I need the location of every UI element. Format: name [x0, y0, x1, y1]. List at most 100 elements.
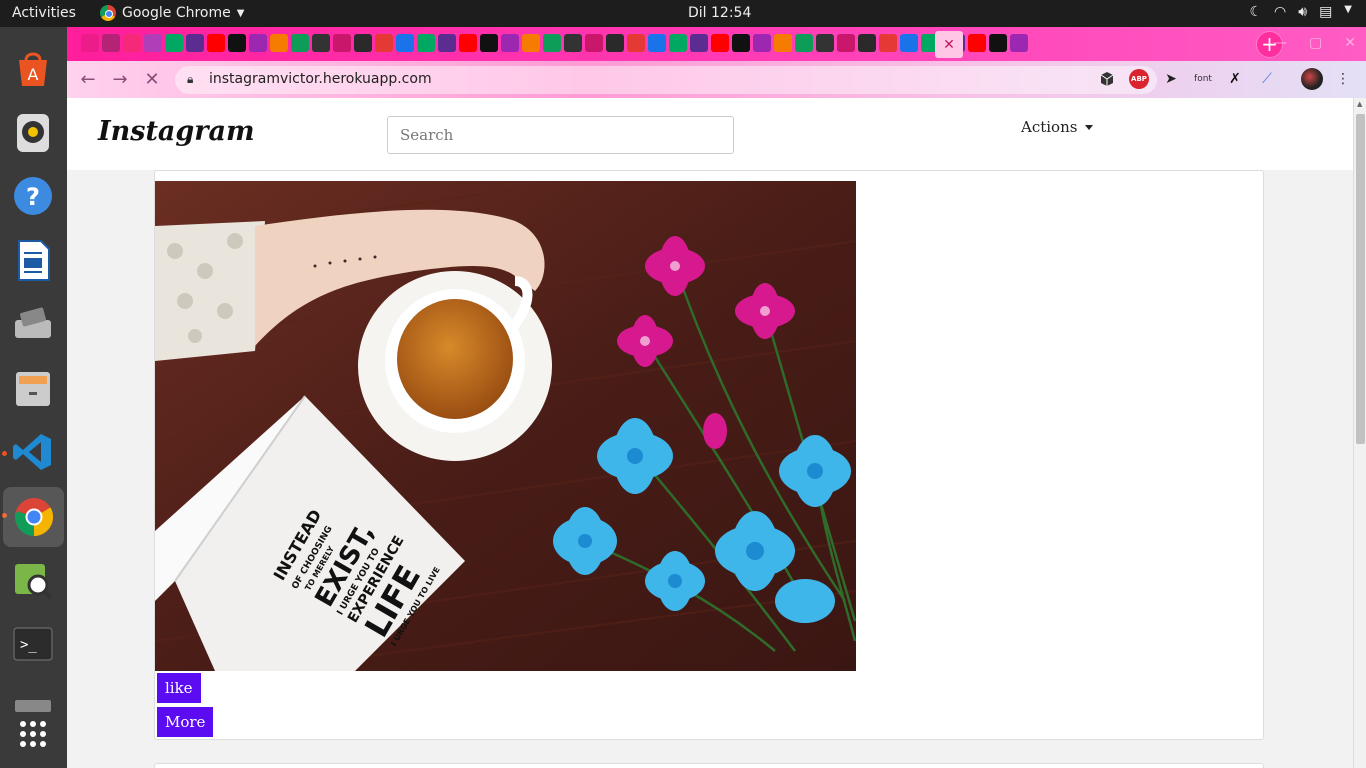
rhythmbox-icon[interactable]	[10, 109, 56, 155]
volume-icon: 🔊︎	[1298, 4, 1308, 20]
browser-tab[interactable]	[186, 34, 204, 52]
ninja-extension-icon[interactable]: ✗	[1225, 69, 1245, 89]
lock-icon[interactable]: 🔒︎	[187, 72, 193, 87]
browser-tab[interactable]	[858, 34, 876, 52]
browser-tab[interactable]	[249, 34, 267, 52]
back-icon[interactable]: ←	[77, 69, 99, 91]
browser-tab[interactable]	[837, 34, 855, 52]
maximize-icon[interactable]: ▢	[1309, 35, 1322, 51]
brand-logo[interactable]: Instagram	[98, 116, 255, 147]
browser-tab[interactable]	[207, 34, 225, 52]
cursor-extension-icon[interactable]: ➤	[1161, 69, 1181, 89]
browser-tab[interactable]	[438, 34, 456, 52]
scanner-icon[interactable]	[10, 301, 56, 347]
browser-toolbar: ← → ✕ 🔒︎ instagramvictor.herokuapp.com ☆…	[67, 61, 1366, 98]
svg-text:>_: >_	[20, 637, 37, 653]
scroll-thumb[interactable]	[1356, 114, 1365, 444]
browser-tab[interactable]	[480, 34, 498, 52]
close-icon[interactable]: ✕	[1344, 35, 1356, 51]
browser-tab[interactable]	[900, 34, 918, 52]
browser-tab[interactable]	[312, 34, 330, 52]
browser-tab[interactable]	[459, 34, 477, 52]
browser-tab[interactable]	[774, 34, 792, 52]
caret-down-icon	[1085, 124, 1094, 130]
stop-loading-icon[interactable]: ✕	[141, 69, 163, 91]
browser-tab[interactable]	[417, 34, 435, 52]
tab-strip: ✕ + — ▢ ✕	[67, 27, 1366, 61]
browser-tab[interactable]	[228, 34, 246, 52]
browser-tab[interactable]	[396, 34, 414, 52]
browser-tab[interactable]	[690, 34, 708, 52]
browser-tab[interactable]	[968, 34, 986, 52]
forward-icon[interactable]: →	[109, 69, 131, 91]
search-input[interactable]	[387, 116, 734, 154]
image-viewer-icon[interactable]	[10, 557, 56, 603]
writer-icon[interactable]	[10, 237, 56, 283]
wifi-icon: ◠	[1274, 4, 1287, 20]
clock[interactable]: Dil 12:54	[688, 5, 751, 21]
like-button[interactable]: like	[157, 673, 201, 703]
browser-tab[interactable]	[354, 34, 372, 52]
browser-tab[interactable]	[375, 34, 393, 52]
activities-button[interactable]: Activities	[12, 5, 76, 21]
terminal-icon[interactable]: >_	[10, 621, 56, 667]
dock: A ? >_	[0, 27, 67, 768]
address-bar[interactable]: 🔒︎ instagramvictor.herokuapp.com ☆	[175, 66, 1157, 94]
browser-tab[interactable]	[270, 34, 288, 52]
browser-tab[interactable]	[753, 34, 771, 52]
web-page: Instagram Actions	[67, 98, 1353, 768]
files-icon[interactable]	[10, 365, 56, 411]
app-menu-label: Google Chrome	[122, 5, 231, 21]
app-menu[interactable]: Google Chrome ▼	[100, 5, 244, 21]
show-apps-icon[interactable]	[10, 711, 56, 757]
system-tray[interactable]: ☾ ◠ 🔊︎ ▤ ▼	[1249, 4, 1352, 20]
font-extension-icon[interactable]: font	[1193, 69, 1213, 89]
browser-tab[interactable]	[732, 34, 750, 52]
browser-tab[interactable]	[333, 34, 351, 52]
browser-tab[interactable]	[564, 34, 582, 52]
post-card: INSTEAD OF CHOOSING TO MERELY EXIST, I U…	[154, 170, 1264, 740]
browser-tab[interactable]	[989, 34, 1007, 52]
browser-tab[interactable]	[81, 34, 99, 52]
browser-tab[interactable]	[606, 34, 624, 52]
adblock-icon[interactable]: ABP	[1129, 69, 1149, 89]
browser-tab[interactable]	[291, 34, 309, 52]
browser-tab[interactable]	[816, 34, 834, 52]
browser-tab[interactable]	[144, 34, 162, 52]
browser-tab[interactable]	[585, 34, 603, 52]
more-button[interactable]: More	[157, 707, 214, 737]
browser-tab[interactable]	[102, 34, 120, 52]
browser-tab[interactable]	[648, 34, 666, 52]
browser-tab[interactable]	[711, 34, 729, 52]
wand-extension-icon[interactable]: ⟋	[1257, 69, 1277, 89]
software-center-icon[interactable]: A	[10, 45, 56, 91]
vscode-icon[interactable]	[10, 429, 56, 475]
browser-tab[interactable]	[627, 34, 645, 52]
svg-text:A: A	[28, 65, 39, 84]
chrome-icon	[100, 5, 116, 21]
chrome-icon[interactable]	[3, 487, 64, 547]
browser-tab[interactable]	[879, 34, 897, 52]
browser-tab[interactable]	[543, 34, 561, 52]
scroll-up-icon[interactable]: ▲	[1357, 100, 1362, 108]
browser-tab[interactable]	[522, 34, 540, 52]
url-text[interactable]: instagramvictor.herokuapp.com	[209, 71, 432, 87]
cube-extension-icon[interactable]	[1097, 69, 1117, 89]
chevron-down-icon: ▼	[1344, 4, 1352, 15]
browser-tab[interactable]	[795, 34, 813, 52]
actions-label: Actions	[1021, 118, 1078, 136]
actions-dropdown[interactable]: Actions	[1021, 118, 1094, 136]
profile-avatar[interactable]	[1301, 68, 1323, 90]
menu-icon[interactable]: ⋮	[1333, 69, 1353, 89]
browser-tab[interactable]	[165, 34, 183, 52]
active-tab-close-icon[interactable]: ✕	[935, 31, 963, 58]
window-controls: — ▢ ✕	[1273, 35, 1356, 51]
browser-tab[interactable]	[1010, 34, 1028, 52]
browser-tab[interactable]	[123, 34, 141, 52]
page-scrollbar[interactable]: ▲	[1353, 98, 1366, 768]
browser-tab[interactable]	[501, 34, 519, 52]
browser-tab[interactable]	[669, 34, 687, 52]
post-image[interactable]: INSTEAD OF CHOOSING TO MERELY EXIST, I U…	[155, 181, 856, 671]
help-icon[interactable]: ?	[10, 173, 56, 219]
minimize-icon[interactable]: —	[1273, 35, 1287, 51]
